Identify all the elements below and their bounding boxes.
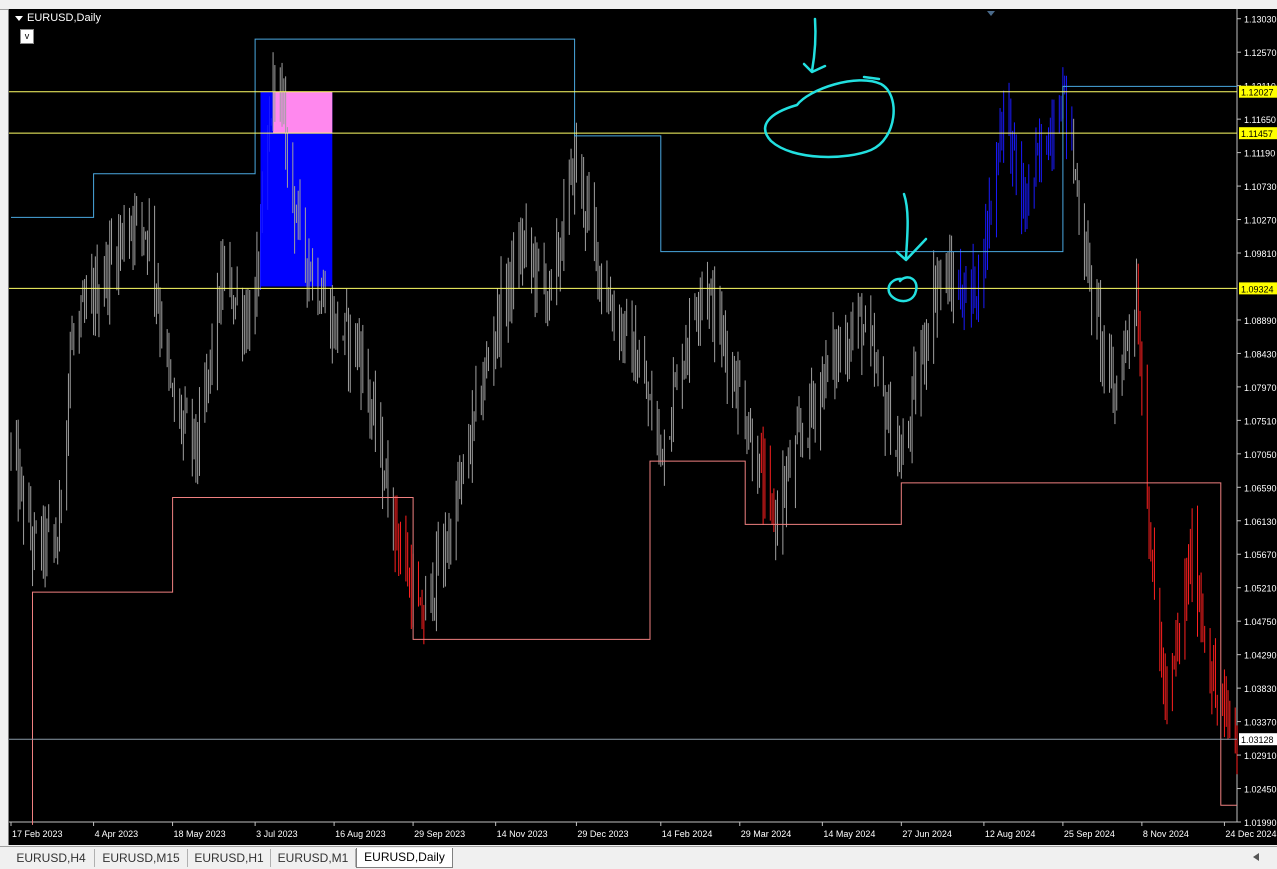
price-label: 1.11650: [1244, 115, 1276, 125]
tab-eurusd-daily[interactable]: EURUSD,Daily: [356, 848, 453, 868]
date-label: 3 Jul 2023: [256, 829, 298, 839]
price-label: 1.04290: [1244, 651, 1277, 661]
chart-window[interactable]: 1.130301.125701.121101.116501.111901.107…: [8, 9, 1277, 845]
date-label: 17 Feb 2023: [12, 829, 63, 839]
price-label: 1.10730: [1244, 182, 1277, 192]
annotations: [764, 17, 928, 303]
step-lines: [11, 38, 1237, 825]
axis-frame: [9, 9, 1238, 823]
price-tag: 1.12027: [1239, 85, 1277, 98]
tab-eurusd-h1[interactable]: EURUSD,H1: [188, 849, 271, 867]
date-label: 14 Nov 2023: [497, 829, 548, 839]
dropdown-triangle-icon[interactable]: [15, 15, 23, 21]
level-lines: [9, 91, 1237, 740]
price-label: 1.07970: [1244, 383, 1277, 393]
upper-channel-line: [11, 38, 1237, 253]
price-tag-label: 1.11457: [1241, 129, 1273, 139]
date-label: 8 Nov 2024: [1143, 829, 1189, 839]
price-label: 1.03370: [1244, 718, 1277, 728]
price-label: 1.02450: [1244, 785, 1277, 795]
price-tag-label: 1.09324: [1241, 284, 1274, 294]
price-label: 1.13030: [1244, 15, 1277, 25]
price-label: 1.05210: [1244, 584, 1277, 594]
price-label: 1.06590: [1244, 483, 1277, 493]
date-label: 29 Dec 2023: [577, 829, 628, 839]
price-label: 1.09810: [1244, 249, 1277, 259]
date-axis: 17 Feb 2023 4 Apr 2023 18 May 2023 3 Jul 20…: [10, 822, 1276, 839]
tab-eurusd-m15[interactable]: EURUSD,M15: [95, 849, 188, 867]
price-label: 1.02910: [1244, 751, 1277, 761]
chart-tabs-bar: EURUSD,H4 EURUSD,M15 EURUSD,H1 EURUSD,M1…: [0, 846, 1277, 869]
date-label: 4 Apr 2023: [95, 829, 139, 839]
date-label: 29 Sep 2023: [414, 829, 465, 839]
highlight-circle-icon: [887, 276, 918, 303]
price-label: 1.11190: [1244, 149, 1275, 159]
date-label: 29 Mar 2024: [741, 829, 792, 839]
date-label: 14 May 2024: [823, 829, 875, 839]
date-label: 24 Dec 2024: [1225, 829, 1276, 839]
price-label: 1.08430: [1244, 349, 1277, 359]
price-tag-label: 1.12027: [1241, 88, 1274, 98]
date-label: 18 May 2023: [174, 829, 226, 839]
price-tag: 1.11457: [1239, 127, 1277, 140]
price-tag-label: 1.03128: [1241, 735, 1274, 745]
v-button[interactable]: v: [20, 29, 34, 44]
arrow-down-icon: [802, 17, 827, 74]
price-label: 1.04750: [1244, 617, 1277, 627]
lower-channel-line: [32, 460, 1237, 825]
price-label: 1.12570: [1244, 48, 1277, 58]
price-label: 1.05670: [1244, 550, 1277, 560]
date-label: 12 Aug 2024: [985, 829, 1036, 839]
date-label: 16 Aug 2023: [335, 829, 386, 839]
highlight-ellipse-icon: [764, 75, 895, 159]
date-label: 14 Feb 2024: [662, 829, 713, 839]
price-label: 1.03830: [1244, 684, 1277, 694]
chart-title-text: EURUSD,Daily: [27, 12, 101, 24]
date-label: 25 Sep 2024: [1064, 829, 1115, 839]
price-tag: 1.09324: [1239, 282, 1277, 295]
price-axis: 1.130301.125701.121101.116501.111901.107…: [1237, 15, 1277, 828]
arrow-down-icon-2: [895, 192, 928, 262]
price-label: 1.07050: [1244, 450, 1277, 460]
price-chart[interactable]: 1.130301.125701.121101.116501.111901.107…: [9, 9, 1277, 845]
chart-title[interactable]: EURUSD,Daily: [15, 12, 101, 25]
tab-eurusd-m1[interactable]: EURUSD,M1: [271, 849, 356, 867]
tabs-scroll-left-icon[interactable]: [1253, 853, 1259, 861]
shift-marker-icon: [987, 11, 995, 16]
price-tag: 1.03128: [1239, 733, 1277, 746]
price-label: 1.07510: [1244, 416, 1277, 426]
date-label: 27 Jun 2024: [902, 829, 952, 839]
price-label: 1.06130: [1244, 517, 1277, 527]
tab-eurusd-h4[interactable]: EURUSD,H4: [8, 849, 95, 867]
price-label: 1.10270: [1244, 216, 1277, 226]
price-label: 1.01990: [1244, 818, 1277, 828]
price-label: 1.08890: [1244, 316, 1277, 326]
price-bars: [10, 52, 1238, 775]
